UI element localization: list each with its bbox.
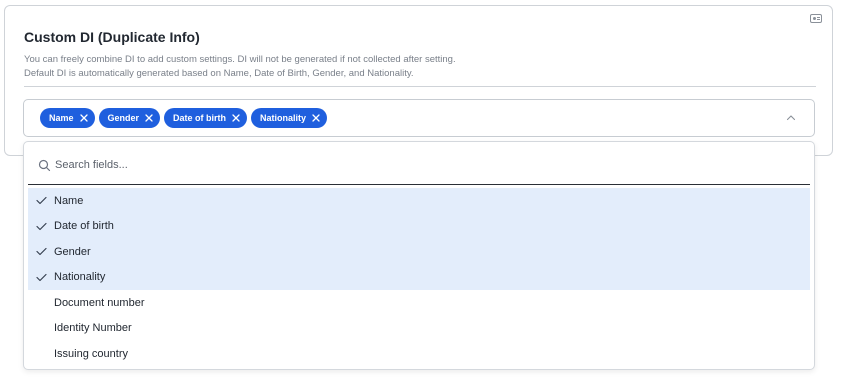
di-field-multiselect[interactable]: Name Gender Date of birth Nationality bbox=[23, 99, 815, 137]
close-icon[interactable] bbox=[144, 113, 154, 123]
close-icon[interactable] bbox=[231, 113, 241, 123]
field-dropdown: Name Date of birth Gender Nationality Do… bbox=[23, 141, 815, 370]
option-label: Identity Number bbox=[54, 322, 132, 335]
option-date-of-birth[interactable]: Date of birth bbox=[28, 213, 810, 239]
close-icon[interactable] bbox=[79, 113, 89, 123]
check-icon bbox=[36, 273, 47, 281]
chip-label: Gender bbox=[107, 113, 140, 123]
chip-label: Date of birth bbox=[173, 113, 227, 123]
option-document-number[interactable]: Document number bbox=[28, 290, 810, 316]
card-description: You can freely combine DI to add custom … bbox=[24, 53, 456, 81]
option-label: Nationality bbox=[54, 271, 106, 284]
id-card-icon[interactable] bbox=[810, 14, 822, 23]
option-label: Gender bbox=[54, 245, 91, 258]
chip-label: Name bbox=[49, 113, 74, 123]
chip-gender[interactable]: Gender bbox=[98, 108, 161, 128]
option-identity-number[interactable]: Identity Number bbox=[28, 316, 810, 342]
check-icon bbox=[36, 196, 47, 205]
search-icon bbox=[38, 159, 51, 172]
search-row bbox=[28, 146, 810, 185]
description-line-2: Default DI is automatically generated ba… bbox=[24, 68, 414, 79]
option-label: Name bbox=[54, 194, 84, 207]
chip-nationality[interactable]: Nationality bbox=[251, 108, 328, 128]
option-label: Date of birth bbox=[54, 220, 114, 233]
check-icon bbox=[36, 247, 47, 256]
option-issuing-country[interactable]: Issuing country bbox=[28, 341, 810, 367]
close-icon[interactable] bbox=[311, 113, 321, 123]
option-label: Issuing country bbox=[54, 347, 128, 360]
search-input[interactable] bbox=[55, 155, 755, 175]
card-title: Custom DI (Duplicate Info) bbox=[24, 29, 200, 45]
divider bbox=[24, 86, 816, 87]
chip-date-of-birth[interactable]: Date of birth bbox=[164, 108, 248, 128]
check-icon bbox=[36, 222, 47, 230]
chevron-up-icon[interactable] bbox=[786, 114, 796, 122]
description-line-1: You can freely combine DI to add custom … bbox=[24, 54, 456, 65]
option-label: Document number bbox=[54, 296, 145, 309]
chip-label: Nationality bbox=[260, 113, 307, 123]
option-list: Name Date of birth Gender Nationality Do… bbox=[28, 188, 810, 367]
option-name[interactable]: Name bbox=[28, 188, 810, 214]
option-nationality[interactable]: Nationality bbox=[28, 264, 810, 290]
selected-chips: Name Gender Date of birth Nationality bbox=[40, 108, 328, 128]
option-gender[interactable]: Gender bbox=[28, 239, 810, 265]
chip-name[interactable]: Name bbox=[40, 108, 95, 128]
